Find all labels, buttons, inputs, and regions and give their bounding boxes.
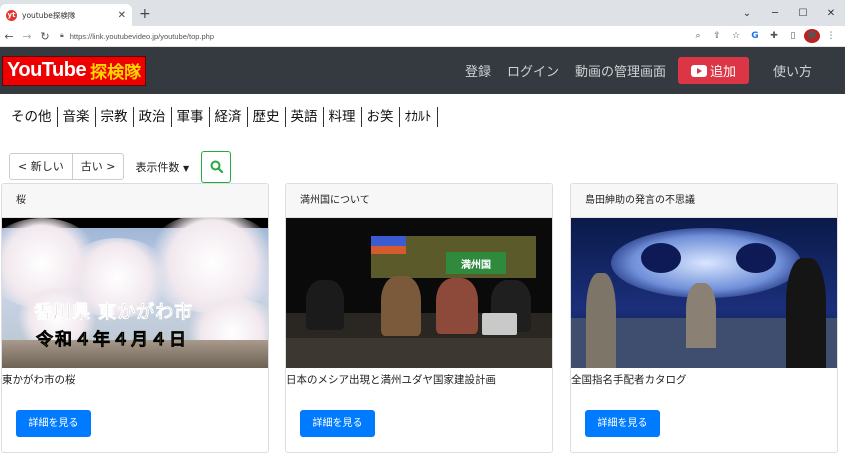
thumbnail-caption-1: 香川県 東かがわ市: [34, 302, 194, 324]
category-item[interactable]: 英語: [286, 107, 324, 127]
video-thumbnail[interactable]: 満州国: [286, 218, 552, 368]
translate-extension-icon[interactable]: G: [747, 31, 763, 41]
card-title: 東かがわ市の桜: [2, 374, 76, 386]
back-arrow-icon[interactable]: ←: [0, 30, 18, 43]
pager-group: < 新しい 古い >: [9, 153, 125, 180]
category-item[interactable]: 音楽: [58, 107, 96, 127]
category-item[interactable]: 軍事: [172, 107, 210, 127]
category-list: その他 音楽 宗教 政治 軍事 経済 歴史 英語 料理 お笑 ｵｶﾙﾄ: [0, 106, 845, 128]
logo-text-jp: 探検隊: [90, 63, 142, 83]
zoom-icon[interactable]: ⌕: [690, 31, 706, 41]
logo-text-en: YouTube: [7, 59, 87, 81]
list-toolbar: < 新しい 古い > 表示件数 ▼: [0, 150, 845, 183]
card-header: 島田紳助の発言の不思議: [571, 184, 837, 218]
window-controls: ⌄ ─ ☐ ✕: [733, 0, 845, 26]
lock-icon: 🔒︎: [60, 32, 64, 39]
share-icon[interactable]: ⇪: [709, 31, 725, 41]
category-item[interactable]: 料理: [324, 107, 362, 127]
tab-title: youtube探検隊: [22, 10, 76, 20]
youtube-play-icon: [690, 64, 707, 77]
video-card: 島田紳助の発言の不思議 全国指名手配者カタログ 詳細を見る: [570, 183, 838, 453]
card-header: 桜: [2, 184, 268, 218]
url-field[interactable]: 🔒︎ https://link.youtubevideo.jp/youtube/…: [60, 28, 684, 44]
category-item[interactable]: お笑: [362, 107, 400, 127]
screen-text: 満州国: [461, 260, 491, 271]
detail-button[interactable]: 詳細を見る: [585, 410, 660, 437]
add-video-button[interactable]: 追加: [677, 57, 749, 84]
side-panel-icon[interactable]: ▯: [785, 31, 801, 41]
forward-arrow-icon[interactable]: →: [18, 30, 36, 43]
category-item[interactable]: その他: [6, 107, 58, 127]
card-title: 日本のメシア出現と満州ユダヤ国家建設計画: [286, 374, 496, 386]
profile-avatar-icon[interactable]: ☻: [804, 29, 820, 43]
search-icon: [210, 160, 223, 173]
new-tab-icon[interactable]: +: [139, 6, 151, 22]
nav-manage-link[interactable]: 動画の管理画面: [575, 61, 666, 80]
older-button[interactable]: 古い >: [71, 154, 124, 179]
browser-menu-icon[interactable]: ⋮: [823, 31, 839, 41]
add-label: 追加: [709, 65, 736, 80]
chevron-down-icon[interactable]: ⌄: [733, 8, 761, 19]
video-thumbnail[interactable]: [571, 218, 837, 368]
count-dropdown[interactable]: 表示件数 ▼: [135, 159, 189, 175]
extensions-puzzle-icon[interactable]: ✚: [766, 31, 782, 41]
search-button[interactable]: [201, 150, 232, 183]
site-logo[interactable]: YouTube 探検隊: [2, 55, 147, 86]
category-item[interactable]: 経済: [210, 107, 248, 127]
site-favicon-icon: yt: [6, 9, 17, 21]
detail-button[interactable]: 詳細を見る: [300, 410, 375, 437]
card-header: 満州国について: [286, 184, 552, 218]
video-thumbnail[interactable]: 香川県 東かがわ市 令和４年４月４日: [2, 218, 268, 368]
nav-register-link[interactable]: 登録: [465, 61, 491, 80]
video-card: 桜 香川県 東かがわ市 令和４年４月４日 東かがわ市の桜 詳細を見る: [1, 183, 269, 453]
category-item[interactable]: 宗教: [96, 107, 134, 127]
nav-login-link[interactable]: ログイン: [507, 61, 559, 80]
close-window-icon[interactable]: ✕: [817, 8, 845, 19]
detail-button[interactable]: 詳細を見る: [16, 410, 91, 437]
maximize-icon[interactable]: ☐: [789, 8, 817, 19]
site-nav: 登録 ログイン 動画の管理画面 追加 使い方: [449, 57, 845, 84]
browser-tab[interactable]: yt youtube探検隊 ✕: [0, 4, 132, 26]
video-card: 満州国について 満州国 日本のメシア出現と満州ユダヤ国家建設計画 詳細を見る: [285, 183, 553, 453]
bookmark-star-icon[interactable]: ☆: [728, 31, 744, 41]
category-item[interactable]: 政治: [134, 107, 172, 127]
newer-button[interactable]: < 新しい: [10, 154, 72, 179]
caret-down-icon: ▼: [182, 163, 190, 173]
browser-tabbar: yt youtube探検隊 ✕ + ⌄ ─ ☐ ✕: [0, 0, 845, 26]
category-item[interactable]: ｵｶﾙﾄ: [400, 107, 438, 127]
count-label: 表示件数: [135, 160, 180, 174]
site-header: YouTube 探検隊 登録 ログイン 動画の管理画面 追加 使い方: [0, 47, 845, 94]
category-item[interactable]: 歴史: [248, 107, 286, 127]
reload-icon[interactable]: ↻: [36, 30, 54, 43]
card-title: 全国指名手配者カタログ: [571, 374, 687, 386]
close-tab-icon[interactable]: ✕: [118, 10, 126, 21]
nav-help-link[interactable]: 使い方: [773, 61, 812, 80]
thumbnail-caption-2: 令和４年４月４日: [36, 330, 188, 351]
address-bar-row: ← → ↻ 🔒︎ https://link.youtubevideo.jp/yo…: [0, 26, 845, 47]
minimize-icon[interactable]: ─: [761, 8, 789, 19]
url-text: https://link.youtubevideo.jp/youtube/top…: [69, 31, 215, 41]
